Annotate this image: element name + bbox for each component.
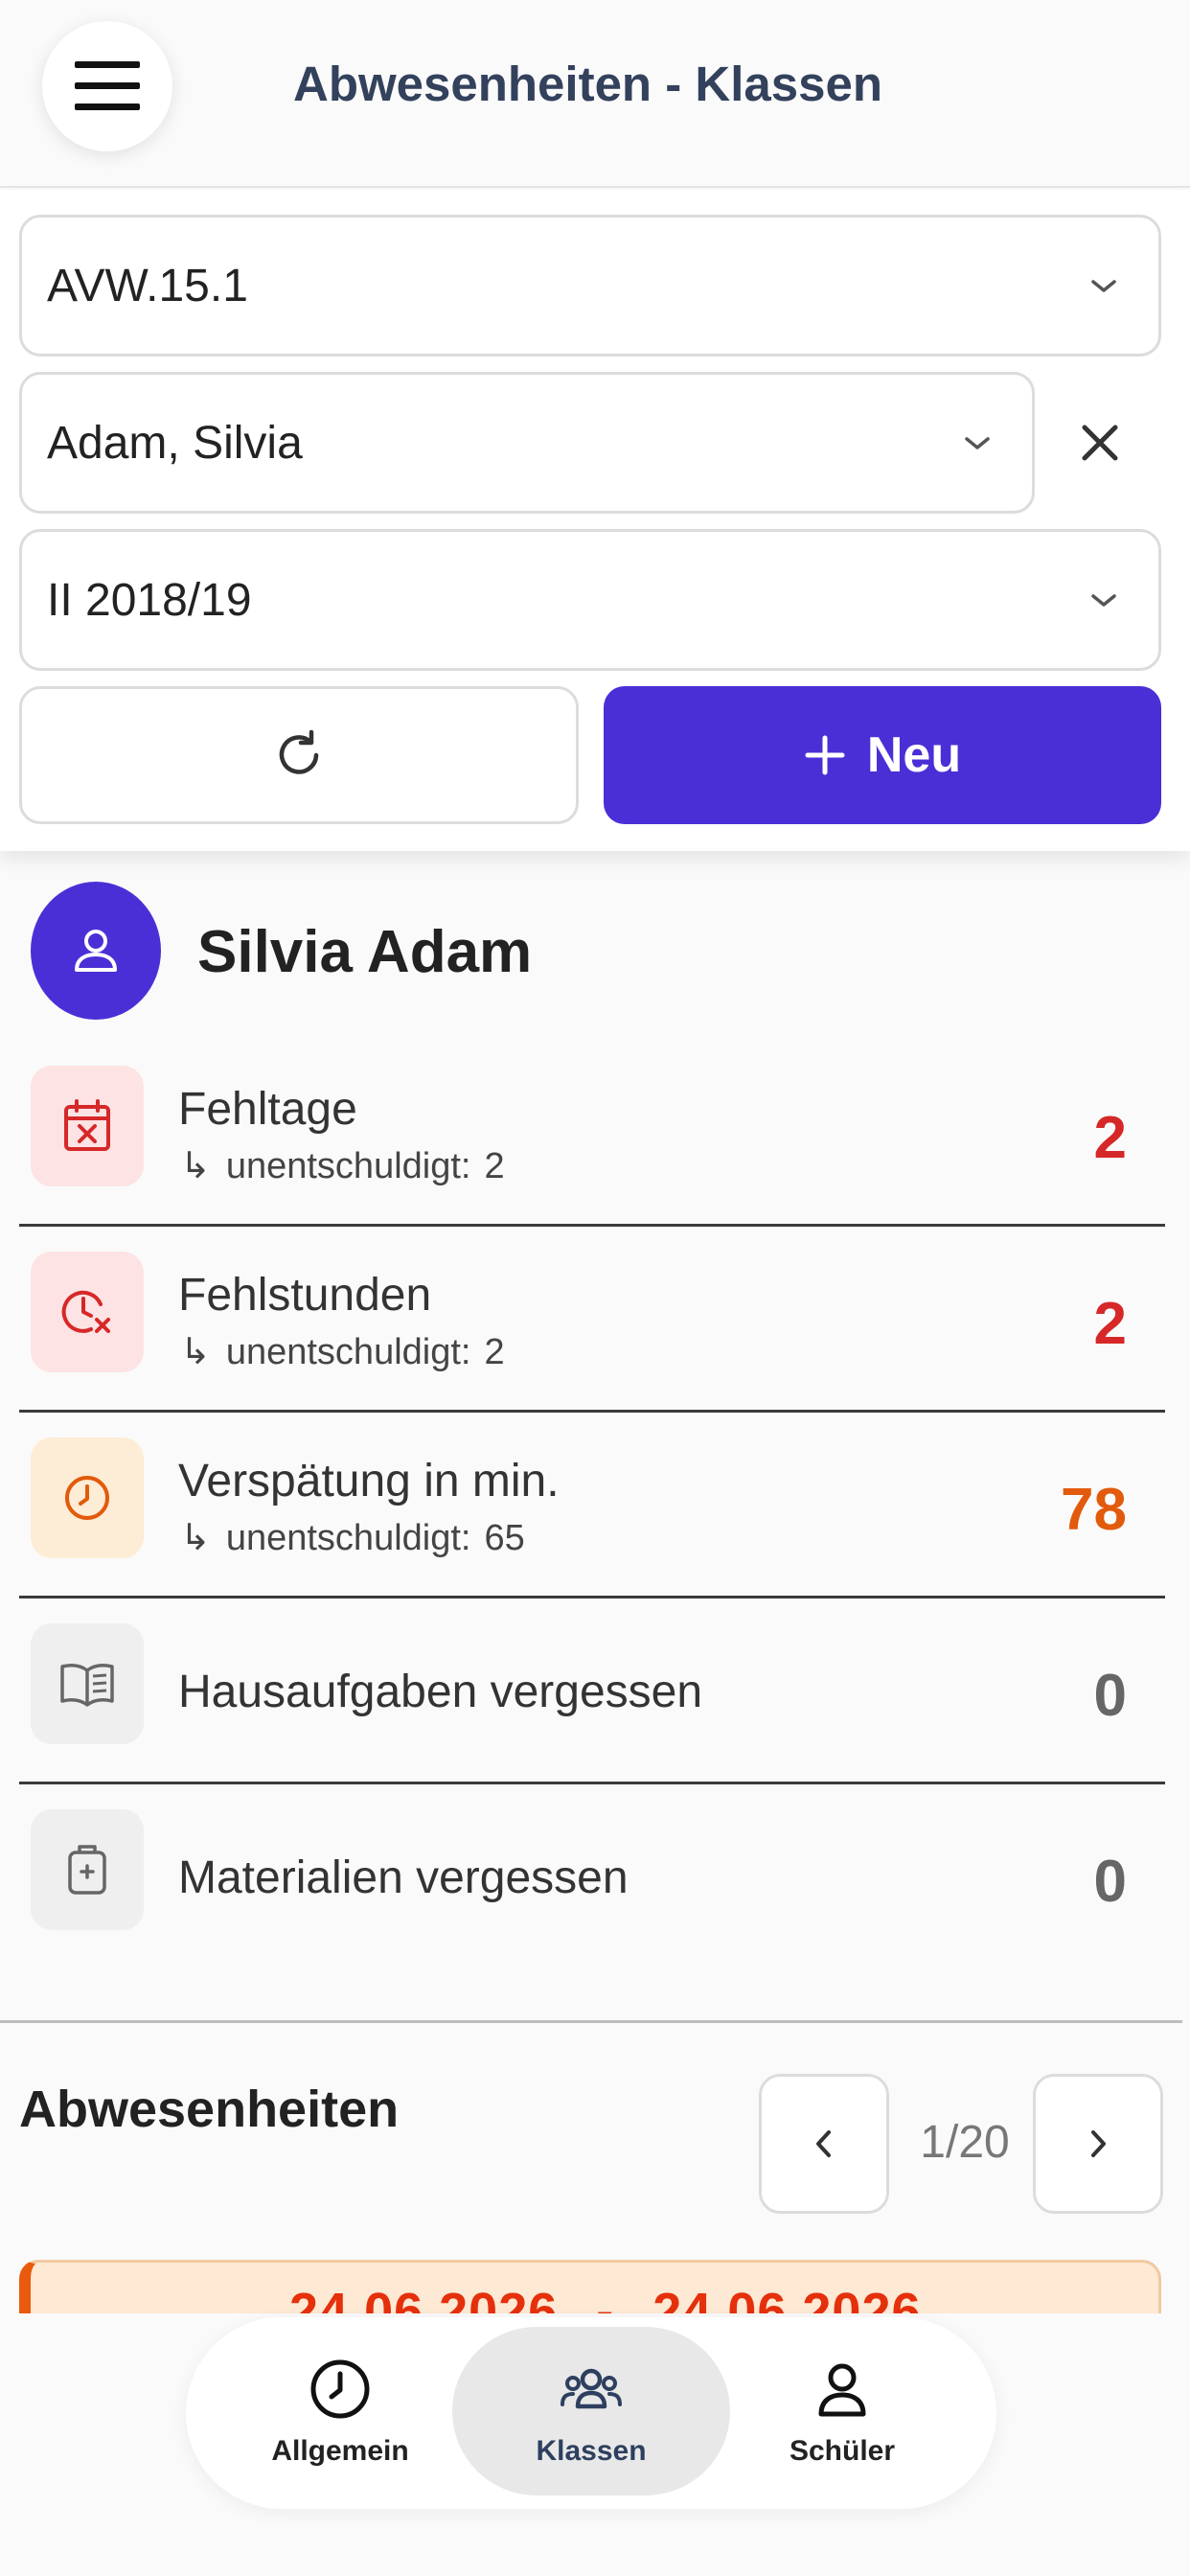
- clear-student-button[interactable]: [1065, 408, 1134, 477]
- plus-icon: [805, 735, 845, 775]
- chevron-down-icon: [965, 437, 990, 449]
- stat-sub-label: unentschuldigt:: [225, 1332, 471, 1372]
- calendar-x-icon: [64, 1099, 110, 1151]
- student-select-value: Adam, Silvia: [47, 417, 303, 469]
- stat-sub-value: 2: [484, 1146, 505, 1186]
- stat-icon-box: [31, 1438, 144, 1558]
- stat-sub: ↳ unentschuldigt: 65: [180, 1516, 525, 1559]
- stat-label: Fehlstunden: [178, 1270, 432, 1321]
- chevron-left-icon: [816, 2130, 831, 2157]
- group-icon: [561, 2368, 622, 2409]
- stat-sub: ↳ unentschuldigt: 2: [180, 1330, 505, 1373]
- stat-label: Verspätung in min.: [178, 1456, 560, 1506]
- stat-row-hausaufgaben: Hausaufgaben vergessen 0: [19, 1598, 1165, 1784]
- chevron-down-icon: [1091, 594, 1116, 607]
- close-icon: [1082, 425, 1118, 461]
- nav-label: Klassen: [536, 2435, 647, 2467]
- chevron-down-icon: [1091, 280, 1116, 292]
- bottom-navigation: Allgemein Klassen Schüler: [186, 2317, 996, 2509]
- new-button-label: Neu: [866, 727, 962, 783]
- nav-label: Schüler: [789, 2435, 896, 2467]
- stat-icon-box: [31, 1623, 144, 1744]
- return-arrow-icon: ↳: [180, 1146, 211, 1186]
- stat-value: 2: [1093, 1105, 1127, 1171]
- stat-label: Hausaufgaben vergessen: [178, 1667, 703, 1717]
- return-arrow-icon: ↳: [180, 1518, 211, 1558]
- stat-row-fehlstunden: Fehlstunden ↳ unentschuldigt: 2 2: [19, 1227, 1165, 1413]
- next-page-button[interactable]: [1033, 2074, 1163, 2214]
- stat-label: Fehltage: [178, 1084, 357, 1135]
- person-icon: [75, 930, 117, 972]
- page-title: Abwesenheiten - Klassen: [293, 57, 883, 111]
- class-select-value: AVW.15.1: [47, 260, 248, 311]
- return-arrow-icon: ↳: [180, 1332, 211, 1372]
- stat-icon-box: [31, 1066, 144, 1186]
- section-divider: [0, 2020, 1182, 2023]
- stat-sub-label: unentschuldigt:: [225, 1146, 471, 1186]
- class-select[interactable]: AVW.15.1: [19, 215, 1161, 356]
- page-indicator: 1/20: [920, 2117, 1010, 2168]
- clock-icon: [310, 2359, 370, 2419]
- person-icon: [818, 2363, 866, 2417]
- stat-sub: ↳ unentschuldigt: 2: [180, 1144, 505, 1187]
- stat-value: 0: [1093, 1849, 1127, 1915]
- hamburger-menu-icon: [75, 61, 140, 110]
- new-absence-button[interactable]: Neu: [604, 686, 1161, 824]
- backpack-icon: [68, 1845, 106, 1895]
- stat-label: Materialien vergessen: [178, 1852, 629, 1903]
- period-select-value: II 2018/19: [47, 574, 252, 626]
- stat-value: 78: [1061, 1477, 1127, 1543]
- absences-title: Abwesenheiten: [19, 2081, 400, 2138]
- avatar: [31, 882, 161, 1020]
- stat-sub-label: unentschuldigt:: [225, 1518, 471, 1558]
- stat-icon-box: [31, 1809, 144, 1930]
- clock-icon: [65, 1476, 109, 1520]
- refresh-icon: [279, 729, 319, 774]
- refresh-button[interactable]: [19, 686, 579, 824]
- nav-item-klassen[interactable]: Klassen: [452, 2327, 730, 2496]
- stat-sub-value: 2: [484, 1332, 505, 1372]
- app-header: Abwesenheiten - Klassen: [0, 0, 1190, 188]
- stat-row-verspaetung: Verspätung in min. ↳ unentschuldigt: 65 78: [19, 1413, 1165, 1598]
- previous-page-button[interactable]: [759, 2074, 889, 2214]
- chevron-right-icon: [1091, 2130, 1106, 2157]
- student-name: Silvia Adam: [197, 919, 533, 985]
- stat-row-materialien: Materialien vergessen 0: [19, 1784, 1165, 1970]
- stat-value: 2: [1093, 1291, 1127, 1357]
- stat-icon-box: [31, 1252, 144, 1372]
- stat-value: 0: [1093, 1663, 1127, 1729]
- nav-label: Allgemein: [271, 2435, 409, 2467]
- menu-button[interactable]: [42, 21, 172, 151]
- stat-row-fehltage: Fehltage ↳ unentschuldigt: 2 2: [19, 1041, 1165, 1227]
- period-select[interactable]: II 2018/19: [19, 529, 1161, 671]
- nav-item-schueler[interactable]: Schüler: [703, 2327, 981, 2496]
- stat-sub-value: 65: [484, 1518, 525, 1558]
- book-icon: [60, 1664, 114, 1707]
- nav-item-allgemein[interactable]: Allgemein: [201, 2327, 479, 2496]
- clock-x-icon: [61, 1290, 110, 1333]
- student-select[interactable]: Adam, Silvia: [19, 372, 1035, 514]
